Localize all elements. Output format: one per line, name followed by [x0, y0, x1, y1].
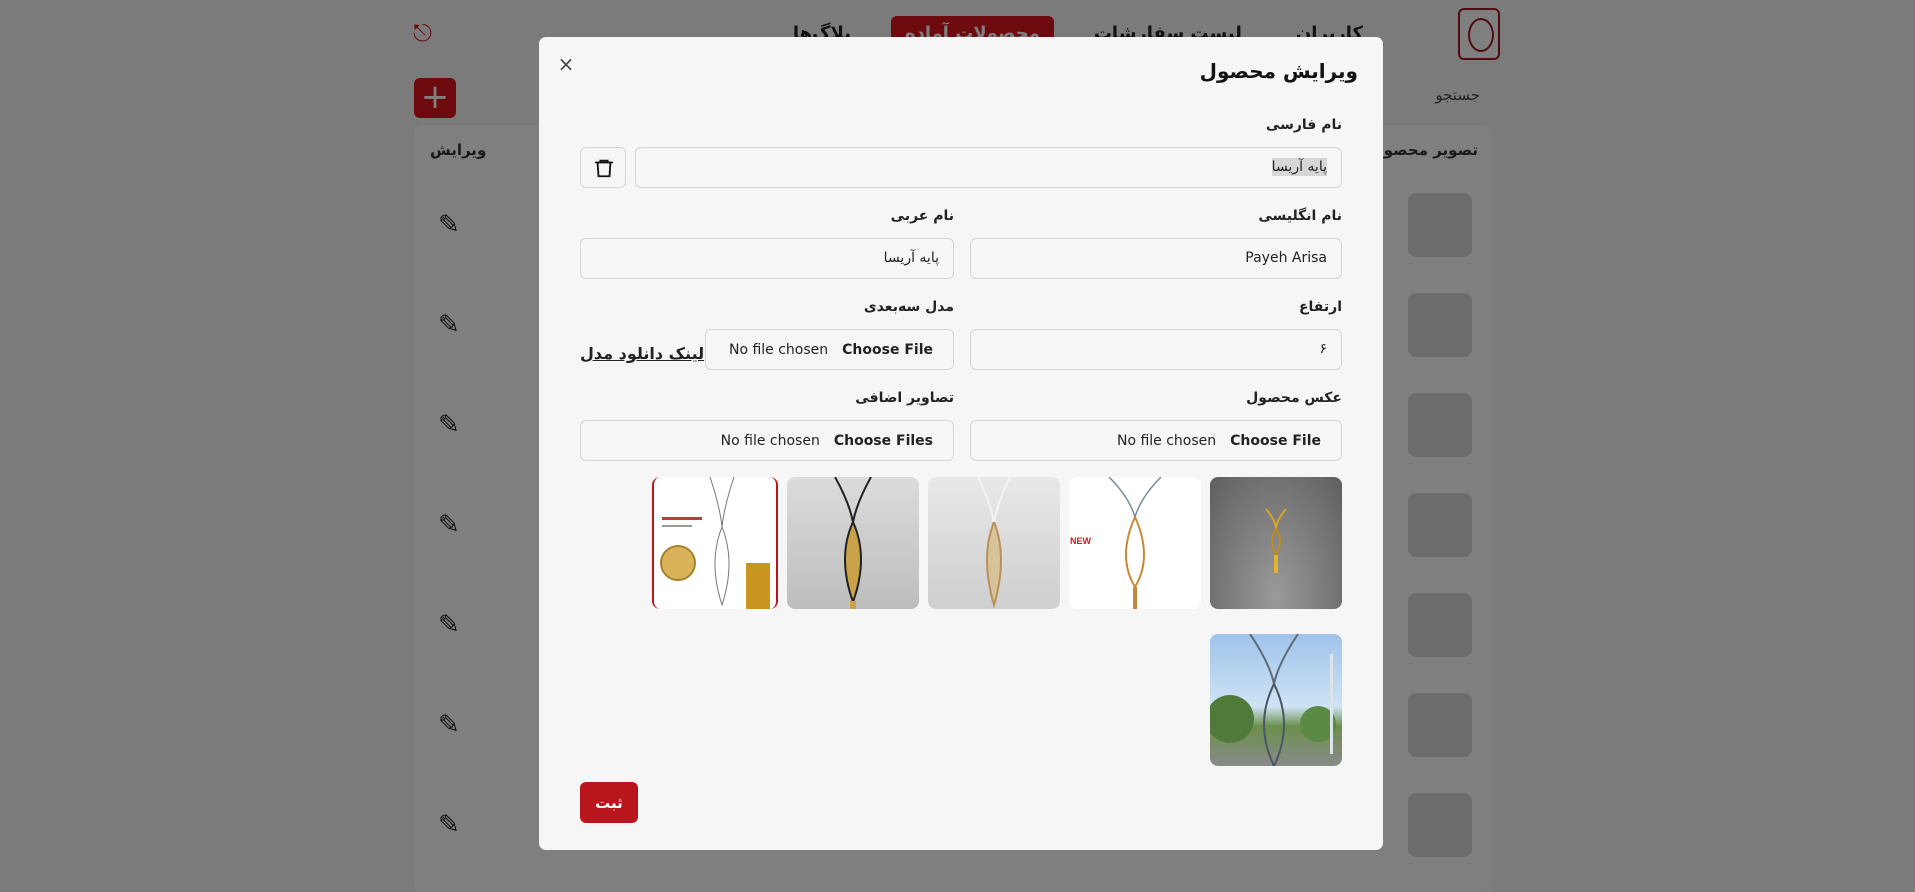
- edit-product-modal: ویرایش محصول × نام فارسی پایه آریسا نام …: [539, 37, 1383, 850]
- english-name-label: نام انگلیسی: [1258, 208, 1342, 224]
- persian-name-label: نام فارسی: [1265, 117, 1342, 133]
- trash-icon: [594, 159, 614, 178]
- close-icon[interactable]: ×: [555, 53, 577, 75]
- product-image-file-input[interactable]: Choose File No file chosen: [970, 420, 1342, 461]
- arabic-name-input[interactable]: پایه آریسا: [580, 238, 954, 279]
- product-image-label: عکس محصول: [1246, 390, 1342, 406]
- lamp-post-image: [834, 477, 872, 609]
- product-thumbnail[interactable]: [652, 477, 778, 609]
- product-thumbnail[interactable]: [787, 477, 919, 609]
- persian-name-input[interactable]: پایه آریسا: [635, 147, 1342, 188]
- file-status: No file chosen: [720, 432, 820, 449]
- choose-files-button[interactable]: Choose Files: [834, 433, 933, 449]
- extra-images-file-input[interactable]: Choose Files No file chosen: [580, 420, 954, 461]
- extra-images-label: تصاویر اضافی: [855, 390, 954, 406]
- lamp-post-photo: [1210, 634, 1336, 766]
- choose-file-button[interactable]: Choose File: [1230, 433, 1321, 449]
- file-status: No file chosen: [728, 341, 829, 358]
- lamp-post-image: [977, 477, 1011, 609]
- height-label: ارتفاع: [1298, 299, 1342, 315]
- modal-title: ویرایش محصول: [1199, 59, 1358, 83]
- model-3d-file-input[interactable]: Choose File No file chosen: [705, 329, 954, 370]
- lamp-post-image: [1265, 508, 1287, 573]
- delete-button[interactable]: [580, 147, 626, 188]
- thumb-new-label: NEW: [1070, 536, 1092, 546]
- submit-button[interactable]: ثبت: [580, 782, 638, 823]
- choose-file-button[interactable]: Choose File: [842, 342, 933, 358]
- product-thumbnail[interactable]: [1210, 634, 1342, 766]
- arabic-name-label: نام عربی: [890, 208, 954, 224]
- height-input[interactable]: ۶: [970, 329, 1342, 370]
- product-thumbnail[interactable]: NEW: [1069, 477, 1201, 609]
- model-3d-label: مدل سه‌بعدی: [863, 299, 954, 315]
- product-thumbnail[interactable]: [928, 477, 1060, 609]
- model-download-link[interactable]: لینک دانلود مدل: [580, 344, 704, 363]
- lamp-post-image: [660, 477, 770, 609]
- product-thumbnail[interactable]: [1210, 477, 1342, 609]
- english-name-input[interactable]: Payeh Arisa: [970, 238, 1342, 279]
- file-status: No file chosen: [1116, 432, 1217, 449]
- lamp-post-image: NEW: [1070, 477, 1162, 609]
- persian-name-value: پایه آریسا: [1271, 158, 1327, 176]
